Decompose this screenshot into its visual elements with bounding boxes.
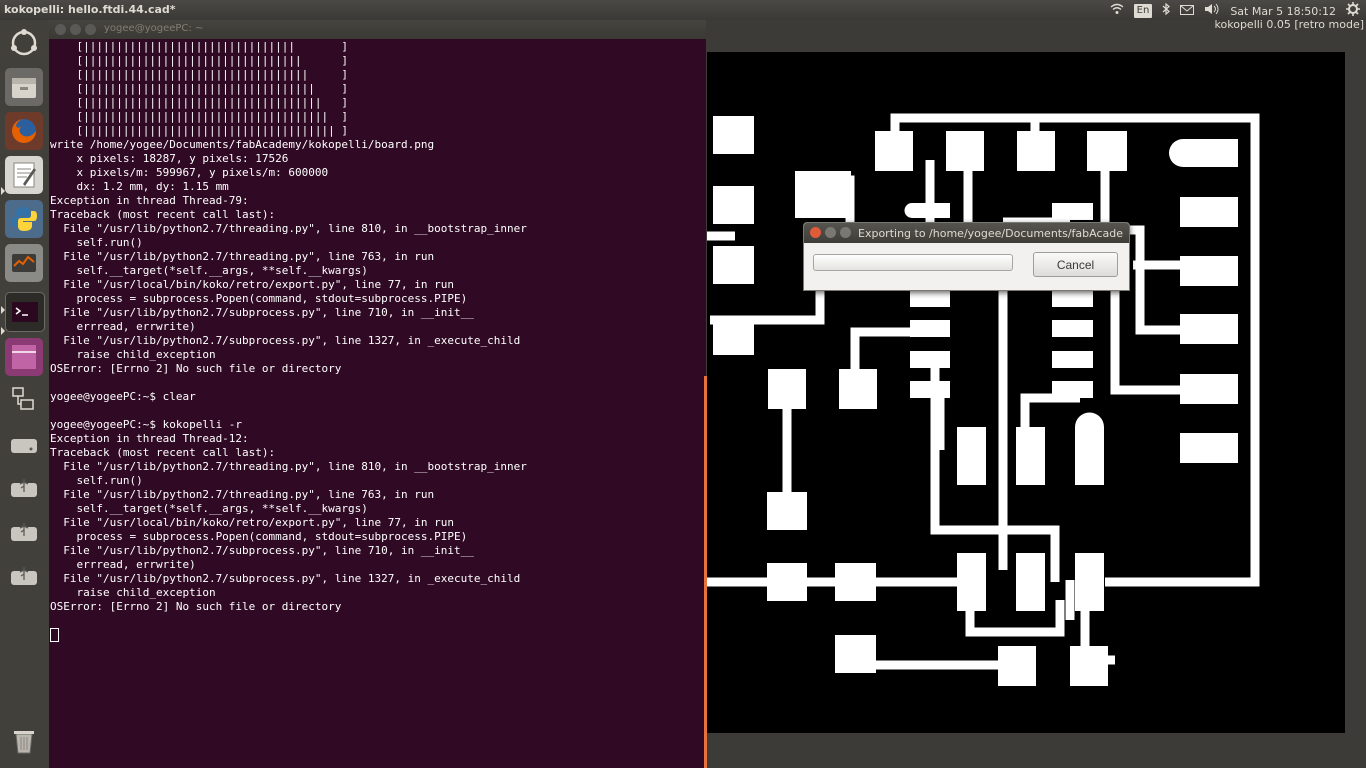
terminal-line: [||||||||||||||||||||||||||||||||| ] [50,54,349,67]
terminal-line: [||||||||||||||||||||||||||||||||||||| ] [50,110,349,123]
drive-icon[interactable] [5,426,43,464]
wifi-icon[interactable] [1110,3,1124,19]
terminal-line: File "/usr/lib/python2.7/threading.py", … [50,488,435,501]
terminal-line: [|||||||||||||||||||||||||||||||||||| ] [50,96,349,109]
maximize-icon[interactable] [85,24,96,35]
terminal-window[interactable]: yogee@yogeePC: ~ [||||||||||||||||||||||… [49,20,706,768]
terminal-line: self.__target(*self.__args, **self.__kwa… [50,264,368,277]
terminal-line: process = subprocess.Popen(command, stdo… [50,292,468,305]
terminal-line: [||||||||||||||||||||||||||||||||||| ] [50,82,349,95]
cancel-button[interactable]: Cancel [1033,252,1118,277]
workspace-switcher-icon[interactable] [5,338,43,376]
maximize-icon[interactable] [840,227,851,238]
close-icon[interactable] [810,227,821,238]
window-title: kokopelli: hello.ftdi.44.cad* [4,3,176,16]
terminal-title: yogee@yogeePC: ~ [104,23,204,34]
terminal-line: self.run() [50,236,143,249]
terminal-line: errread, errwrite) [50,320,196,333]
trash-icon[interactable] [5,722,43,760]
pcb-board-preview[interactable] [707,52,1345,733]
export-dialog[interactable]: Exporting to /home/yogee/Documents/fabAc… [803,222,1130,291]
close-icon[interactable] [55,24,66,35]
clock[interactable]: Sat Mar 5 18:50:12 [1230,5,1336,18]
minimize-icon[interactable] [70,24,81,35]
terminal-line: OSError: [Errno 2] No such file or direc… [50,362,342,375]
terminal-line: OSError: [Errno 2] No such file or direc… [50,600,342,613]
minimize-icon[interactable] [825,227,836,238]
network-icon[interactable] [5,380,43,418]
terminal-line: [|||||||||||||||||||||||||||||||||||||| … [50,124,349,137]
terminal-line: raise child_exception [50,586,216,599]
terminal-line: Traceback (most recent call last): [50,446,276,459]
terminal-cursor [50,628,59,642]
firefox-icon[interactable] [5,112,43,150]
files-icon[interactable] [5,68,43,106]
terminal-line: yogee@yogeePC:~$ kokopelli -r [50,418,243,431]
usb-drive-icon-3[interactable] [5,558,43,596]
terminal-line: write /home/yogee/Documents/fabAcademy/k… [50,138,435,151]
terminal-line: File "/usr/lib/python2.7/subprocess.py",… [50,544,474,557]
terminal-line: [|||||||||||||||||||||||||||||||||| ] [50,68,349,81]
keyboard-language-indicator[interactable]: En [1133,4,1153,18]
dash-home-icon[interactable] [5,24,43,62]
terminal-line: raise child_exception [50,348,216,361]
usb-drive-icon-2[interactable] [5,514,43,552]
top-panel: kokopelli: hello.ftdi.44.cad* En Sat Mar… [0,0,1366,20]
terminal-line: x pixels/m: 599967, y pixels/m: 600000 [50,166,329,179]
volume-icon[interactable] [1204,3,1220,19]
terminal-output[interactable]: [|||||||||||||||||||||||||||||||| ] [|||… [49,39,706,642]
terminal-line: File "/usr/lib/python2.7/subprocess.py",… [50,572,521,585]
bluetooth-icon[interactable] [1162,2,1171,19]
terminal-line: self.run() [50,474,143,487]
terminal-line: Exception in thread Thread-79: [50,194,249,207]
text-editor-icon[interactable] [5,156,43,194]
terminal-line: process = subprocess.Popen(command, stdo… [50,530,468,543]
terminal-line: Traceback (most recent call last): [50,208,276,221]
export-progress-bar [813,254,1013,271]
terminal-line: File "/usr/lib/python2.7/threading.py", … [50,250,435,263]
terminal-line: self.__target(*self.__args, **self.__kwa… [50,502,368,515]
terminal-line: File "/usr/lib/python2.7/subprocess.py",… [50,334,521,347]
dialog-title: Exporting to /home/yogee/Documents/fabAc… [858,227,1123,240]
usb-drive-icon[interactable] [5,470,43,508]
terminal-line: errread, errwrite) [50,558,196,571]
dialog-titlebar[interactable]: Exporting to /home/yogee/Documents/fabAc… [804,223,1129,243]
mail-icon[interactable] [1180,3,1195,19]
terminal-titlebar[interactable]: yogee@yogeePC: ~ [49,20,706,39]
launcher [0,20,49,768]
terminal-line: File "/usr/local/bin/koko/retro/export.p… [50,278,454,291]
terminal-line: File "/usr/lib/python2.7/subprocess.py",… [50,306,474,319]
terminal-line: File "/usr/lib/python2.7/threading.py", … [50,460,527,473]
terminal-icon[interactable] [5,292,45,332]
terminal-line: yogee@yogeePC:~$ clear [50,390,196,403]
terminal-line: Exception in thread Thread-12: [50,432,249,445]
terminal-line: x pixels: 18287, y pixels: 17526 [50,152,289,165]
viewer-label: kokopelli 0.05 [retro mode] [1214,18,1364,31]
system-monitor-icon[interactable] [5,244,43,282]
terminal-line: File "/usr/lib/python2.7/threading.py", … [50,222,527,235]
terminal-prompt-line[interactable] [50,628,706,642]
terminal-line: File "/usr/local/bin/koko/retro/export.p… [50,516,454,529]
terminal-line: [|||||||||||||||||||||||||||||||| ] [50,40,349,53]
python-icon[interactable] [5,200,43,238]
terminal-line: dx: 1.2 mm, dy: 1.15 mm [50,180,229,193]
